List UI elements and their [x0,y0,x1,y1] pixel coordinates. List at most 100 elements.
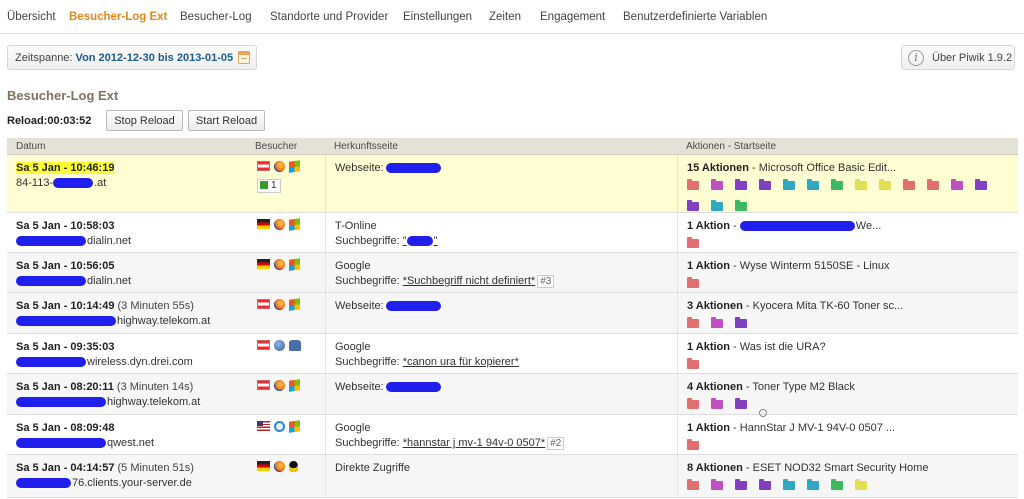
action-folder-icon[interactable] [831,179,843,190]
action-folder-icon[interactable] [687,479,699,490]
column-header-aktionen[interactable]: Aktionen - Startseite [686,141,776,152]
globe-icon [274,340,285,351]
action-folder-icon[interactable] [951,179,963,190]
action-folder-icon[interactable] [687,439,699,450]
table-row[interactable]: Sa 5 Jan - 10:56:05 dialin.net Google Suc… [7,253,1018,293]
tab-besucher-log[interactable]: Besucher-Log [180,11,252,23]
action-folder-icon[interactable] [711,398,723,409]
referrer-type: Google [335,422,371,434]
column-header-besucher[interactable]: Besucher [255,141,297,152]
action-folder-icon[interactable] [711,179,723,190]
action-folder-icon[interactable] [879,179,891,190]
tab-benutzerdefinierte-variablen[interactable]: Benutzerdefinierte Variablen [623,11,767,23]
period-value: Von 2012-12-30 bis 2013-01-05 [75,52,234,64]
tab-zeiten[interactable]: Zeiten [489,11,521,23]
action-folder-icon[interactable] [735,200,747,211]
action-folder-icon[interactable] [927,179,939,190]
column-header-herkunftsseite[interactable]: Herkunftsseite [334,141,398,152]
action-folder-icon[interactable] [687,358,699,369]
tab-uebersicht[interactable]: Übersicht [7,11,56,23]
period-selector[interactable]: Zeitspanne: Von 2012-12-30 bis 2013-01-0… [7,45,257,70]
keyword-label: Suchbegriffe: [335,356,400,368]
action-folder-icon[interactable] [687,200,699,211]
flag-us-icon [257,421,270,431]
search-keyword-link[interactable]: " " [403,235,438,247]
action-folder-icon[interactable] [831,479,843,490]
action-folder-icon[interactable] [735,479,747,490]
actions-summary: 1 Aktion - Wyse Winterm 5150SE - Linux [687,260,890,272]
cell-aktionen: 15 Aktionen - Microsoft Office Basic Edi… [677,155,1018,212]
tab-standorte-und-provider[interactable]: Standorte und Provider [270,11,388,23]
table-row[interactable]: Sa 5 Jan - 08:20:11 (3 Minuten 14s) high… [7,374,1018,417]
action-folder-icon[interactable] [855,179,867,190]
visit-duration: (5 Minuten 51s) [117,462,194,474]
stop-reload-button[interactable]: Stop Reload [106,110,183,131]
visit-datetime: Sa 5 Jan - 09:35:03 [16,341,249,353]
start-reload-button[interactable]: Start Reload [188,110,265,131]
actions-count: 1 Aktion [687,341,730,353]
action-folder-icon[interactable] [735,317,747,328]
search-position-badge: #3 [537,275,555,288]
tab-einstellungen[interactable]: Einstellungen [403,11,472,23]
cell-besucher [249,293,325,333]
tab-besucher-log-ext[interactable]: Besucher-Log Ext [69,11,167,23]
table-row[interactable]: Sa 5 Jan - 09:35:03 wireless.dyn.drei.co… [7,334,1018,374]
search-keyword-link[interactable]: *hannstar j mv-1 94v-0 0507* [403,437,545,449]
cell-aktionen: 1 Aktion - We... [677,213,1018,252]
cell-aktionen: 4 Aktionen - Toner Type M2 Black [677,374,1018,417]
firefox-icon [274,299,285,310]
cell-datum: Sa 5 Jan - 10:58:03 dialin.net [7,213,249,252]
search-keyword-link[interactable]: *canon ura für kopierer* [403,356,519,368]
visit-datetime: Sa 5 Jan - 10:56:05 [16,260,249,272]
table-row[interactable]: Sa 5 Jan - 08:09:48 qwest.net Google Such… [7,415,1018,455]
referrer-type: T-Online [335,220,377,232]
referrer-type: Google [335,341,371,353]
windows-icon [289,420,300,433]
table-row[interactable]: Sa 5 Jan - 10:14:49 (3 Minuten 55s) high… [7,293,1018,334]
action-folder-icon[interactable] [687,277,699,288]
action-folder-icon[interactable] [855,479,867,490]
table-row[interactable]: Sa 5 Jan - 10:58:03 dialin.net T-Online S… [7,213,1018,253]
action-folder-icon[interactable] [687,317,699,328]
cell-herkunftsseite: Google Suchbegriffe: *Suchbegriff nicht d… [325,253,677,292]
calendar-icon[interactable] [238,51,250,64]
cell-besucher [249,415,325,454]
cell-aktionen: 1 Aktion - Wyse Winterm 5150SE - Linux [677,253,1018,292]
reload-timer: 00:03:52 [47,115,92,127]
entry-page-title: Microsoft Office Basic Edit... [758,162,897,174]
table-row[interactable]: Sa 5 Jan - 04:14:57 (5 Minuten 51s) 76.c… [7,455,1018,498]
cell-datum: Sa 5 Jan - 10:14:49 (3 Minuten 55s) high… [7,293,249,333]
action-folder-icon[interactable] [711,317,723,328]
action-folder-icon[interactable] [807,479,819,490]
action-folder-icon[interactable] [807,179,819,190]
keyword-label: Suchbegriffe: [335,235,400,247]
action-folder-icon[interactable] [735,398,747,409]
cell-herkunftsseite: Webseite: [325,155,677,212]
flag-at-icon [257,340,270,350]
action-folder-icon[interactable] [759,179,771,190]
action-folder-icon[interactable] [903,179,915,190]
flag-at-icon [257,380,270,390]
action-folder-icon[interactable] [735,179,747,190]
table-row[interactable]: Sa 5 Jan - 10:46:19 84-113- .at 1 Webseite… [7,155,1018,213]
entry-page-title: We... [855,220,882,232]
action-folder-icon[interactable] [687,237,699,248]
action-folder-icon[interactable] [687,179,699,190]
tab-engagement[interactable]: Engagement [540,11,605,23]
action-folder-icon[interactable] [687,398,699,409]
action-folder-icon[interactable] [783,179,795,190]
entry-page-title: HannStar J MV-1 94V-0 0507 ... [739,422,896,434]
cell-datum: Sa 5 Jan - 08:09:48 qwest.net [7,415,249,454]
search-keyword-link[interactable]: *Suchbegriff nicht definiert* [403,275,536,287]
cell-herkunftsseite: Google Suchbegriffe: *hannstar j mv-1 94v… [325,415,677,454]
action-folder-icon[interactable] [711,479,723,490]
goal-badge[interactable]: 1 [257,179,281,193]
column-header-datum[interactable]: Datum [16,141,45,152]
action-folder-icon[interactable] [783,479,795,490]
action-folder-icon[interactable] [711,200,723,211]
action-folder-icon[interactable] [975,179,987,190]
actions-count: 1 Aktion [687,220,730,232]
action-folder-icon[interactable] [759,479,771,490]
about-piwik-button[interactable]: i Über Piwik 1.9.2 [901,45,1015,70]
windows-icon [289,160,300,173]
